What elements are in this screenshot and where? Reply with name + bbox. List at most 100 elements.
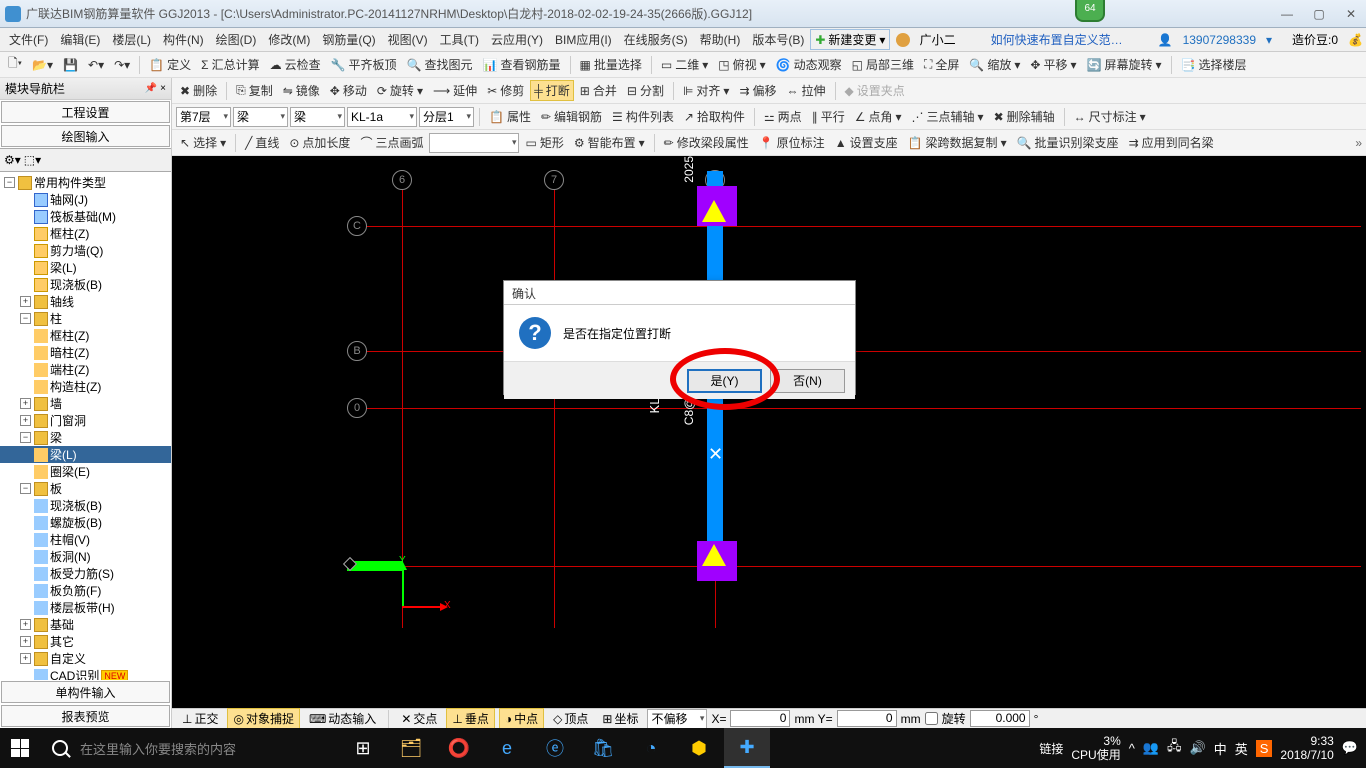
2d-button[interactable]: ▭二维▾ bbox=[657, 54, 712, 75]
menu-draw[interactable]: 绘图(D) bbox=[210, 31, 263, 48]
tray-ime2[interactable]: 英 bbox=[1235, 739, 1248, 758]
coord-toggle[interactable]: ⊞坐标 bbox=[597, 709, 643, 728]
screen-rotate-button[interactable]: 🔄屏幕旋转▾ bbox=[1083, 54, 1166, 75]
draw-mode-select[interactable] bbox=[429, 133, 519, 153]
explorer-icon[interactable]: 🗂 bbox=[388, 728, 434, 768]
open-button[interactable]: 📂▾ bbox=[28, 56, 57, 74]
apply-same-button[interactable]: ⇉应用到同名梁 bbox=[1125, 132, 1218, 153]
cortana-icon[interactable] bbox=[40, 740, 80, 756]
menu-component[interactable]: 构件(N) bbox=[157, 31, 210, 48]
view-steel-button[interactable]: 📊查看钢筋量 bbox=[479, 54, 565, 75]
menu-modify[interactable]: 修改(M) bbox=[262, 31, 316, 48]
point-length-button[interactable]: ⊙点加长度 bbox=[285, 132, 354, 153]
task-view-icon[interactable]: ⊞ bbox=[340, 728, 386, 768]
report-preview-button[interactable]: 报表预览 bbox=[1, 705, 170, 727]
delete-aux-button[interactable]: ✖删除辅轴 bbox=[990, 106, 1059, 127]
project-settings-button[interactable]: 工程设置 bbox=[1, 101, 170, 123]
move-button[interactable]: ✥移动 bbox=[326, 80, 371, 101]
menu-edit[interactable]: 编辑(E) bbox=[54, 31, 106, 48]
pick-component-button[interactable]: ↗拾取构件 bbox=[680, 106, 749, 127]
modify-beam-button[interactable]: ✏修改梁段属性 bbox=[660, 132, 753, 153]
expander-icon[interactable]: − bbox=[4, 177, 15, 188]
three-aux-button[interactable]: ⋰三点辅轴▾ bbox=[908, 106, 988, 127]
edge-icon[interactable]: e bbox=[484, 728, 530, 768]
menu-floor[interactable]: 楼层(L) bbox=[106, 31, 157, 48]
rotate-field[interactable]: 0.000 bbox=[970, 710, 1030, 727]
tray-notifications-icon[interactable]: 💬 bbox=[1342, 740, 1358, 756]
start-button[interactable] bbox=[0, 728, 40, 768]
stretch-button[interactable]: ⇔拉伸 bbox=[783, 80, 830, 101]
app-icon1[interactable]: ◔ bbox=[628, 728, 674, 768]
menu-steel[interactable]: 钢筋量(Q) bbox=[316, 31, 381, 48]
offset-button[interactable]: ⇉偏移 bbox=[735, 80, 780, 101]
fullscreen-button[interactable]: ⛶全屏 bbox=[920, 54, 963, 75]
zoom-button[interactable]: 🔍缩放▾ bbox=[965, 54, 1024, 75]
subcategory-select[interactable]: 梁 bbox=[290, 107, 345, 127]
component-tree[interactable]: −常用构件类型 轴网(J) 筏板基础(M) 框柱(Z) 剪力墙(Q) 梁(L) … bbox=[0, 172, 171, 680]
redo-button[interactable]: ↷▾ bbox=[110, 56, 134, 74]
delete-button[interactable]: ✖删除 bbox=[176, 80, 221, 101]
undo-button[interactable]: ↶▾ bbox=[84, 56, 108, 74]
menu-version[interactable]: 版本号(B) bbox=[746, 31, 810, 48]
rotate-button[interactable]: ⟳旋转▾ bbox=[373, 80, 427, 101]
x-field[interactable]: 0 bbox=[730, 710, 790, 727]
tray-ime1[interactable]: 中 bbox=[1214, 739, 1227, 758]
point-angle-button[interactable]: ∠点角▾ bbox=[851, 106, 906, 127]
tray-people-icon[interactable]: 👥 bbox=[1143, 740, 1159, 756]
perpendicular-toggle[interactable]: ⊥垂点 bbox=[446, 708, 494, 729]
yes-button[interactable]: 是(Y) bbox=[687, 369, 762, 393]
user-avatar-icon[interactable] bbox=[896, 33, 910, 47]
line-button[interactable]: ╱直线 bbox=[241, 132, 283, 153]
tree-tool-icon2[interactable]: ⬚▾ bbox=[24, 153, 41, 167]
update-badge[interactable]: 64 bbox=[1075, 0, 1105, 22]
select-floor-button[interactable]: 📑选择楼层 bbox=[1177, 54, 1251, 75]
menu-bim[interactable]: BIM应用(I) bbox=[549, 31, 618, 48]
orig-mark-button[interactable]: 📍原位标注 bbox=[755, 132, 829, 153]
dimension-button[interactable]: ↔尺寸标注▾ bbox=[1070, 106, 1150, 127]
store-icon[interactable]: 🛍 bbox=[580, 728, 626, 768]
property-button[interactable]: 📋属性 bbox=[485, 106, 535, 127]
minimize-button[interactable]: — bbox=[1277, 5, 1297, 23]
flat-roof-button[interactable]: 🔧平齐板顶 bbox=[327, 54, 401, 75]
batch-select-button[interactable]: ▦批量选择 bbox=[576, 54, 646, 75]
dyn-input-toggle[interactable]: ⌨动态输入 bbox=[304, 709, 381, 728]
menu-tools[interactable]: 工具(T) bbox=[434, 31, 485, 48]
dynamic-view-button[interactable]: 🌀动态观察 bbox=[772, 54, 846, 75]
intersection-toggle[interactable]: ✕交点 bbox=[396, 709, 442, 728]
mirror-button[interactable]: ⇋镜像 bbox=[279, 80, 324, 101]
close-button[interactable]: ✕ bbox=[1341, 5, 1361, 23]
merge-button[interactable]: ⊞合并 bbox=[576, 80, 621, 101]
ie-icon[interactable]: ⓔ bbox=[532, 728, 578, 768]
menu-view[interactable]: 视图(V) bbox=[382, 31, 434, 48]
copy-button[interactable]: ⎘复制 bbox=[232, 80, 277, 101]
single-input-button[interactable]: 单构件输入 bbox=[1, 681, 170, 703]
rect-button[interactable]: ▭矩形 bbox=[521, 132, 567, 153]
app-icon2[interactable]: ⬢ bbox=[676, 728, 722, 768]
local-3d-button[interactable]: ◱局部三维 bbox=[848, 54, 918, 75]
parallel-button[interactable]: ∥平行 bbox=[808, 106, 849, 127]
menu-help[interactable]: 帮助(H) bbox=[694, 31, 747, 48]
extend-button[interactable]: ⟶延伸 bbox=[429, 80, 481, 101]
offset-mode-select[interactable]: 不偏移 bbox=[647, 709, 707, 729]
tray-volume-icon[interactable]: 🔊 bbox=[1190, 740, 1206, 756]
save-button[interactable]: 💾 bbox=[59, 56, 82, 74]
draw-input-button[interactable]: 绘图输入 bbox=[1, 125, 170, 147]
tray-sogou-icon[interactable]: S bbox=[1256, 740, 1273, 757]
y-field[interactable]: 0 bbox=[837, 710, 897, 727]
link-status[interactable]: 链接 bbox=[1039, 740, 1063, 757]
trim-button[interactable]: ✂修剪 bbox=[483, 80, 528, 101]
name-select[interactable]: KL-1a bbox=[347, 107, 417, 127]
cpu-meter[interactable]: 3%CPU使用 bbox=[1071, 734, 1120, 763]
smart-place-button[interactable]: ⚙智能布置▾ bbox=[570, 132, 649, 153]
batch-recognize-button[interactable]: 🔍批量识别梁支座 bbox=[1013, 132, 1123, 153]
snap-toggle[interactable]: ◎对象捕捉 bbox=[227, 708, 300, 729]
three-arc-button[interactable]: ⌒三点画弧 bbox=[356, 132, 427, 153]
category-select[interactable]: 梁 bbox=[233, 107, 288, 127]
ortho-toggle[interactable]: ⊥正交 bbox=[177, 709, 223, 728]
current-app-icon[interactable]: ✚ bbox=[724, 728, 770, 768]
define-button[interactable]: 📋定义 bbox=[145, 54, 195, 75]
tray-network-icon[interactable]: 🖧 bbox=[1167, 737, 1182, 759]
break-button[interactable]: ╪打断 bbox=[530, 80, 574, 101]
menu-cloud[interactable]: 云应用(Y) bbox=[485, 31, 549, 48]
maximize-button[interactable]: ▢ bbox=[1309, 5, 1329, 23]
